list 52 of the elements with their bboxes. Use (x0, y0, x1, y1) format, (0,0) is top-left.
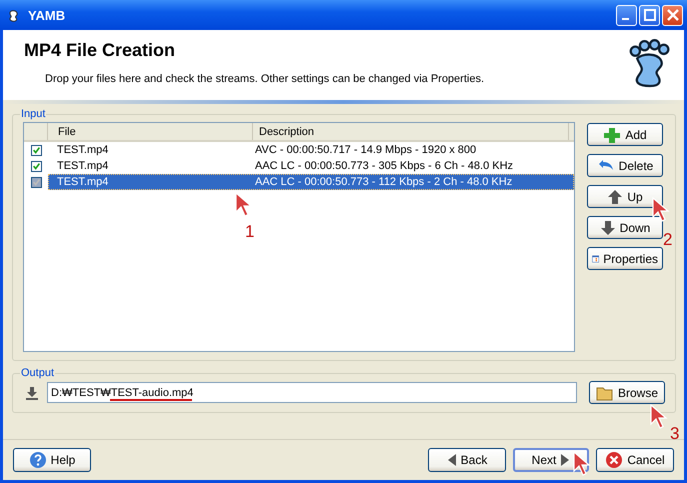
right-triangle-icon (560, 453, 570, 467)
page-subtitle: Drop your files here and check the streams. Other settings can be changed via Properties. (45, 73, 484, 85)
maximize-icon (644, 9, 656, 21)
browse-button[interactable]: Browse (589, 381, 665, 404)
close-icon (666, 9, 678, 21)
back-button[interactable]: Back (428, 448, 506, 472)
checkbox[interactable] (30, 144, 42, 156)
down-arrow-icon (600, 220, 616, 236)
stream-row[interactable]: TEST.mp4 AAC LC - 00:00:50.773 - 305 Kbps - 6 Ch - 48.0 KHz (48, 158, 574, 174)
properties-button[interactable]: Properties (587, 247, 663, 270)
step-number: 2 (663, 230, 672, 250)
output-path-field[interactable]: D:₩TEST₩TEST-audio.mp4 (47, 382, 577, 403)
group-label: Input (20, 108, 46, 120)
minimize-button[interactable] (616, 4, 637, 26)
download-icon (25, 386, 39, 400)
up-arrow-icon (607, 188, 624, 204)
down-button[interactable]: Down (587, 216, 663, 239)
window-title: YAMB (28, 8, 66, 22)
maximize-button[interactable] (639, 4, 660, 26)
column-header[interactable]: File (48, 123, 253, 140)
page-title: MP4 File Creation (24, 40, 176, 61)
up-button[interactable]: Up (587, 185, 663, 208)
cursor-icon (650, 404, 668, 430)
step-number: 3 (670, 424, 680, 444)
cursor-icon (573, 451, 591, 477)
cursor-icon (652, 197, 670, 223)
foot-logo-icon (628, 38, 672, 90)
description-cell: AAC LC - 00:00:50.773 - 112 Kbps - 2 Ch - 48.0 KHz (255, 176, 512, 188)
group-label: Output (20, 367, 56, 379)
description-cell: AAC LC - 00:00:50.773 - 305 Kbps - 6 Ch - 48.0 KHz (255, 160, 514, 172)
help-icon (28, 451, 47, 469)
file-cell-text: TEST.mp4 (56, 176, 110, 188)
column-header[interactable]: Description (253, 123, 569, 140)
description-cell: AVC - 00:00:50.717 - 14.9 Mbps - 1920 x 800 (255, 144, 476, 156)
stream-row[interactable]: TEST.mp4 AVC - 00:00:50.717 - 14.9 Mbps - 1920 x 800 (48, 142, 574, 158)
step-number: 1 (245, 222, 254, 242)
help-button[interactable]: Help (13, 448, 91, 472)
left-triangle-icon (446, 453, 457, 467)
plus-icon (603, 126, 622, 142)
add-button[interactable]: Add (587, 123, 663, 146)
close-button[interactable] (662, 4, 683, 26)
delete-button[interactable]: Delete (587, 154, 663, 177)
minimize-icon (622, 18, 628, 20)
file-cell-text: TEST.mp4 (56, 160, 110, 172)
cancel-icon (605, 451, 624, 469)
checkbox[interactable] (30, 176, 42, 188)
file-cell-text: TEST.mp4 (56, 144, 110, 156)
folder-icon (596, 384, 614, 400)
checkbox[interactable] (30, 160, 42, 172)
stream-row[interactable]: TEST.mp4 AAC LC - 00:00:50.773 - 112 Kbps - 2 Ch - 48.0 KHz (48, 174, 574, 190)
next-button[interactable]: Next (513, 448, 589, 472)
cancel-button[interactable]: Cancel (596, 448, 674, 472)
